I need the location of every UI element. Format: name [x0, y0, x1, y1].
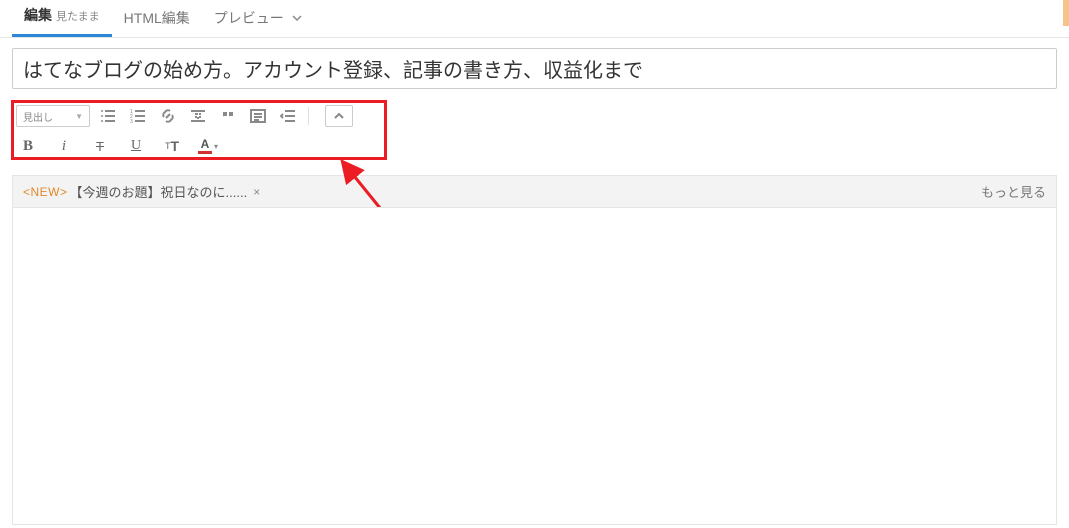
- post-title-input[interactable]: [12, 48, 1057, 89]
- strikethrough-button[interactable]: T: [88, 135, 112, 157]
- weekly-topic-bar: <NEW> 【今週のお題】祝日なのに...... × もっと見る: [12, 175, 1057, 207]
- read-more-button[interactable]: [186, 105, 210, 127]
- outdent-icon: [280, 108, 296, 124]
- weekly-topic-text[interactable]: 【今週のお題】祝日なのに......: [70, 182, 248, 201]
- tab-html-label: HTML編集: [124, 8, 190, 28]
- blockquote-button[interactable]: [216, 105, 240, 127]
- tab-preview[interactable]: プレビュー: [202, 0, 314, 37]
- ordered-list-button[interactable]: 1 2 3: [126, 105, 150, 127]
- outdent-button[interactable]: [276, 105, 300, 127]
- title-row: [0, 38, 1069, 95]
- caret-down-icon: ▾: [214, 142, 218, 151]
- font-color-icon: A: [198, 138, 212, 154]
- list-ul-icon: [100, 108, 116, 124]
- unordered-list-button[interactable]: [96, 105, 120, 127]
- topic-close-button[interactable]: ×: [253, 185, 260, 199]
- fontsize-large-icon: T: [170, 138, 179, 154]
- bold-button[interactable]: B: [16, 135, 40, 157]
- tab-edit-label: 編集: [24, 5, 52, 25]
- font-size-button[interactable]: TT: [160, 135, 184, 157]
- codeblock-button[interactable]: [246, 105, 270, 127]
- svg-text:3: 3: [130, 119, 133, 124]
- paragraph-box-icon: [250, 108, 266, 124]
- format-toolbar: 見出し ▼ 1 2 3: [12, 99, 361, 165]
- link-icon: [160, 108, 176, 124]
- underline-button[interactable]: U: [124, 135, 148, 157]
- font-color-button[interactable]: A ▾: [196, 135, 220, 157]
- new-badge: <NEW>: [23, 185, 68, 199]
- caret-down-icon: ▼: [75, 112, 83, 121]
- tab-edit-sublabel: 見たまま: [56, 8, 100, 24]
- italic-button[interactable]: i: [52, 135, 76, 157]
- link-button[interactable]: [156, 105, 180, 127]
- tab-preview-label: プレビュー: [214, 8, 284, 28]
- editor-mode-tabs: 編集 見たまま HTML編集 プレビュー: [0, 0, 1069, 38]
- more-topics-link[interactable]: もっと見る: [981, 182, 1046, 201]
- toolbar-separator: [308, 107, 309, 125]
- right-edge-accent: [1063, 0, 1069, 26]
- post-body-editor[interactable]: [12, 207, 1057, 525]
- toolbar-collapse-button[interactable]: [325, 105, 353, 127]
- list-ol-icon: 1 2 3: [130, 108, 146, 124]
- chevron-down-icon: [292, 10, 302, 26]
- editor-content: [13, 207, 1056, 525]
- read-more-icon: [190, 108, 206, 124]
- heading-select[interactable]: 見出し ▼: [16, 105, 90, 127]
- quote-icon: [220, 108, 236, 124]
- tab-edit-wysiwyg[interactable]: 編集 見たまま: [12, 0, 112, 37]
- heading-select-label: 見出し: [23, 109, 53, 124]
- chevron-up-icon: [333, 110, 345, 122]
- tab-html-edit[interactable]: HTML編集: [112, 0, 202, 37]
